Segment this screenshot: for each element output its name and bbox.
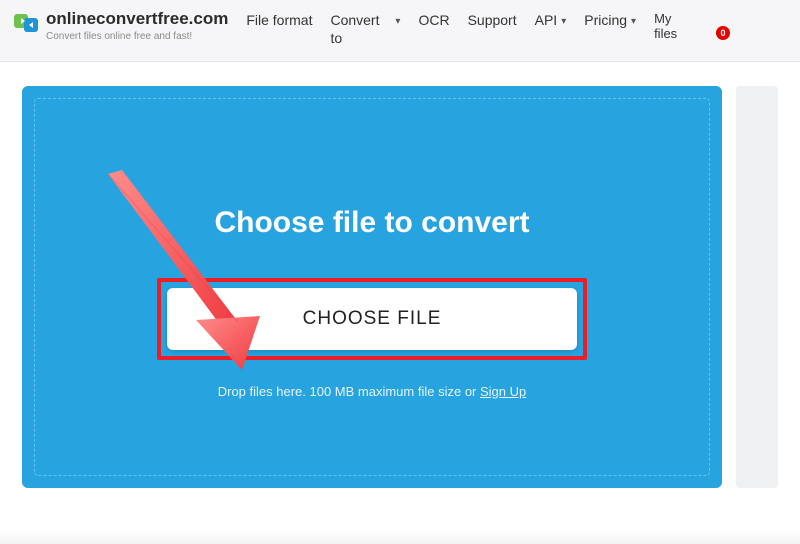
- choose-file-button[interactable]: CHOOSE FILE: [167, 288, 577, 350]
- nav-pricing[interactable]: Pricing ▾: [584, 12, 636, 30]
- nav-items: File format Convert to ▾ OCR Support API…: [240, 10, 786, 47]
- dropzone-hint: Drop files here. 100 MB maximum file siz…: [218, 384, 527, 399]
- choose-file-area: CHOOSE FILE: [157, 278, 587, 360]
- chevron-down-icon: ▾: [561, 12, 566, 29]
- signup-link[interactable]: Sign Up: [480, 384, 526, 399]
- chevron-down-icon: ▾: [631, 12, 636, 29]
- notification-count: 0: [721, 28, 726, 38]
- brand-name: onlineconvertfree.com: [46, 10, 228, 29]
- nav-convert-to[interactable]: Convert to ▾: [330, 12, 400, 47]
- main-content: Choose file to convert CHOOSE FILE Drop …: [0, 62, 800, 496]
- nav-pricing-label: Pricing: [584, 12, 627, 30]
- nav-support-label: Support: [468, 12, 517, 30]
- panel-heading: Choose file to convert: [214, 206, 529, 240]
- nav-my-files-label: My files: [654, 11, 677, 41]
- brand-logo-icon: [14, 12, 40, 34]
- upload-dropzone[interactable]: Choose file to convert CHOOSE FILE Drop …: [34, 98, 710, 476]
- brand[interactable]: onlineconvertfree.com Convert files onli…: [14, 10, 228, 42]
- hint-text: Drop files here. 100 MB maximum file siz…: [218, 384, 480, 399]
- page-root: onlineconvertfree.com Convert files onli…: [0, 0, 800, 544]
- nav-convert-to-label: Convert to: [330, 12, 391, 47]
- upload-panel: Choose file to convert CHOOSE FILE Drop …: [22, 86, 722, 488]
- nav-file-format-label: File format: [246, 12, 312, 30]
- nav-ocr[interactable]: OCR: [418, 12, 449, 30]
- brand-tagline: Convert files online free and fast!: [46, 31, 228, 42]
- brand-text: onlineconvertfree.com Convert files onli…: [46, 10, 228, 42]
- nav-api-label: API: [535, 12, 558, 30]
- top-nav: onlineconvertfree.com Convert files onli…: [0, 0, 800, 62]
- notification-badge[interactable]: 0: [716, 26, 730, 40]
- chevron-down-icon: ▾: [395, 12, 400, 29]
- side-panel-placeholder: [736, 86, 778, 488]
- nav-ocr-label: OCR: [418, 12, 449, 30]
- nav-api[interactable]: API ▾: [535, 12, 567, 30]
- nav-support[interactable]: Support: [468, 12, 517, 30]
- nav-file-format[interactable]: File format: [246, 12, 312, 30]
- bottom-shadow: [0, 530, 800, 544]
- nav-my-files[interactable]: My files: [654, 12, 694, 42]
